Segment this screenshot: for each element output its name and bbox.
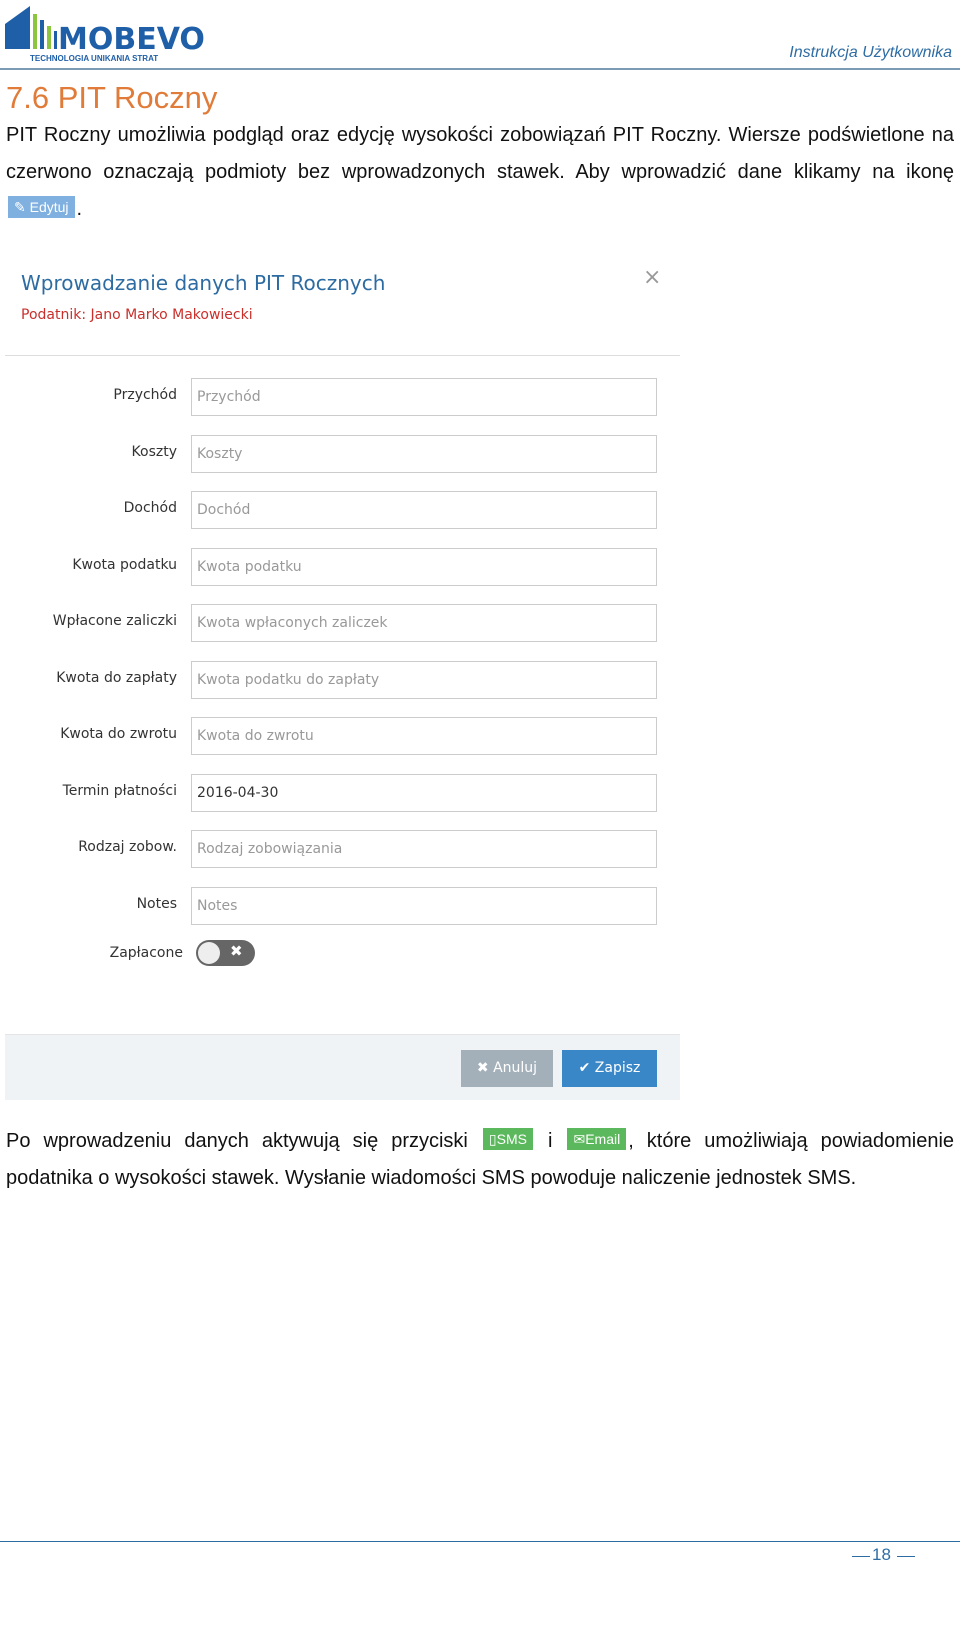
field-label: Notes xyxy=(136,895,177,912)
form-row: Kwota podatku Kwota podatku xyxy=(5,547,680,586)
intro-text: PIT Roczny umożliwia podgląd oraz edycję… xyxy=(6,124,954,183)
field-input[interactable]: Rodzaj zobowiązania xyxy=(191,830,657,868)
form-row: Rodzaj zobow. Rodzaj zobowiązania xyxy=(5,830,680,868)
field-label: Przychód xyxy=(113,387,177,403)
logo-tagline: TECHNOLOGIA UNIKANIA STRAT xyxy=(30,54,159,63)
field-label: Dochód xyxy=(123,500,177,516)
email-label: Email xyxy=(585,1131,621,1147)
field-label: Wpłacone zaliczki xyxy=(52,613,177,629)
toggle-knob xyxy=(198,942,220,964)
dialog-title: Wprowadzanie danych PIT Rocznych xyxy=(21,271,386,295)
email-button-image: ✉Email xyxy=(567,1128,627,1150)
pit-dialog-screenshot: Wprowadzanie danych PIT Rocznych Podatni… xyxy=(5,245,680,1103)
logo-text: MOBEVO xyxy=(58,22,205,57)
paid-label: Zapłacone xyxy=(109,945,183,961)
sms-button-image: ▯SMS xyxy=(482,1128,533,1150)
field-input[interactable]: Notes xyxy=(191,886,657,925)
outro-and: i xyxy=(547,1130,553,1152)
field-input[interactable]: Kwota podatku xyxy=(191,547,657,586)
field-label: Kwota do zwrotu xyxy=(60,726,177,742)
edit-label: Edytuj xyxy=(29,199,69,215)
field-label: Rodzaj zobow. xyxy=(78,839,177,855)
form-row: Kwota do zwrotu Kwota do zwrotu xyxy=(5,717,680,755)
field-input[interactable]: Dochód xyxy=(191,491,657,529)
document-title: Instrukcja Użytkownika xyxy=(789,44,952,61)
intro-paragraph: PIT Roczny umożliwia podgląd oraz edycję… xyxy=(6,117,954,228)
form-row: Dochód Dochód xyxy=(5,491,680,529)
field-label: Koszty xyxy=(131,443,177,460)
dialog-footer: ✖ Anuluj ✔ Zapisz xyxy=(5,1034,680,1100)
field-input[interactable]: Przychód xyxy=(191,378,657,416)
outro-text: Po wprowadzeniu danych aktywują się przy… xyxy=(6,1130,468,1152)
header-divider xyxy=(0,68,960,70)
form-row: Wpłacone zaliczki Kwota wpłaconych zalicz… xyxy=(5,604,680,642)
cancel-button[interactable]: ✖ Anuluj xyxy=(461,1050,553,1087)
paid-toggle[interactable]: ✖ xyxy=(196,940,255,966)
cancel-label: Anuluj xyxy=(493,1060,538,1076)
page-number: 18 xyxy=(872,1545,891,1564)
form-row: Kwota do zapłaty Kwota podatku do zapłaty xyxy=(5,660,680,699)
field-input[interactable]: Kwota podatku do zapłaty xyxy=(191,660,657,699)
dialog-subtitle: Podatnik: Jano Marko Makowiecki xyxy=(21,307,253,323)
field-input[interactable]: Kwota do zwrotu xyxy=(191,717,657,755)
page-number-dash xyxy=(852,1556,870,1557)
close-icon[interactable]: × xyxy=(643,265,661,290)
form-row: Koszty Koszty xyxy=(5,434,680,473)
save-label: Zapisz xyxy=(594,1060,641,1076)
field-input[interactable]: 2016-04-30 xyxy=(191,773,657,812)
page-number-dash xyxy=(897,1556,915,1557)
field-input[interactable]: Kwota wpłaconych zaliczek xyxy=(191,604,657,642)
field-label: Kwota do zapłaty xyxy=(56,669,177,686)
field-label: Termin płatności xyxy=(62,782,177,799)
section-title: 7.6 PIT Roczny xyxy=(6,80,218,115)
outro-paragraph: Po wprowadzeniu danych aktywują się przy… xyxy=(6,1123,954,1197)
sms-label: SMS xyxy=(496,1131,527,1147)
field-input[interactable]: Koszty xyxy=(191,434,657,473)
edit-button-image: ✎ Edytuj xyxy=(8,196,75,218)
form-row: Termin płatności 2016-04-30 xyxy=(5,773,680,812)
form-row: Notes Notes xyxy=(5,886,680,925)
footer-divider xyxy=(0,1541,960,1542)
save-button[interactable]: ✔ Zapisz xyxy=(562,1050,657,1087)
field-label: Kwota podatku xyxy=(72,556,177,573)
dialog-divider xyxy=(5,355,680,356)
intro-end: . xyxy=(76,198,83,220)
x-icon: ✖ xyxy=(230,942,243,960)
form-row: Przychód Przychód xyxy=(5,378,680,416)
